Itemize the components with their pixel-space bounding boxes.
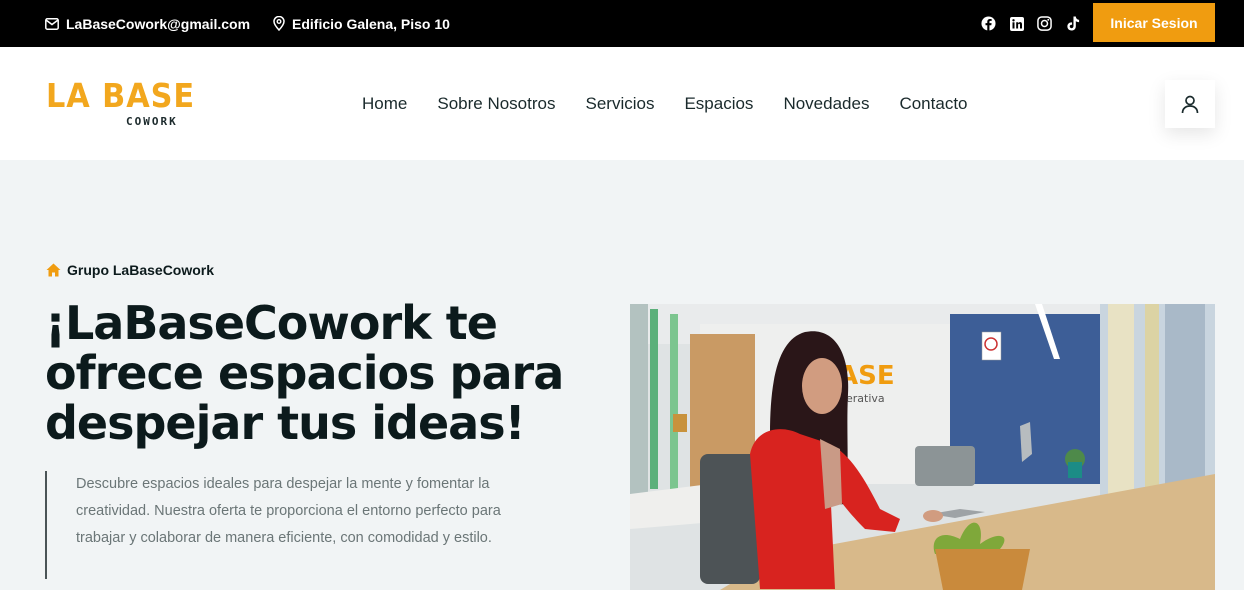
wall-logo-subtext: erativa [846,392,885,405]
facebook-icon[interactable] [981,16,996,31]
site-logo[interactable]: LA BASE COWORK [46,76,196,129]
user-account-button[interactable] [1165,80,1215,128]
nav-contacto[interactable]: Contacto [899,94,967,114]
instagram-icon[interactable] [1037,16,1052,31]
contact-email[interactable]: LaBaseCowork@gmail.com [45,0,250,47]
login-button[interactable]: Inicar Sesion [1093,3,1215,42]
nav-sobre-nosotros[interactable]: Sobre Nosotros [437,94,555,114]
linkedin-icon[interactable] [1009,16,1024,31]
nav-servicios[interactable]: Servicios [585,94,654,114]
hero-breadcrumb: Grupo LaBaseCowork [46,262,214,278]
contact-email-text: LaBaseCowork@gmail.com [66,15,251,32]
hero-description-block: Descubre espacios ideales para despejar … [45,471,515,579]
nav-novedades[interactable]: Novedades [783,94,869,114]
user-icon [1181,95,1199,113]
map-pin-icon [273,16,285,31]
main-header: LA BASE COWORK Home Sobre Nosotros Servi… [0,47,1244,160]
contact-address-text: Edificio Galena, Piso 10 [292,15,450,32]
hero-title-line: ¡LaBaseCowork te [45,296,498,350]
main-nav: Home Sobre Nosotros Servicios Espacios N… [362,47,968,160]
coworking-scene: ASE erativa [630,304,1215,590]
nav-espacios[interactable]: Espacios [684,94,753,114]
logo-sub-text: COWORK [126,115,178,128]
hero-description: Descubre espacios ideales para despejar … [76,476,501,546]
hero-photo-coworking: ASE erativa [630,304,1215,590]
top-bar: LaBaseCowork@gmail.com Edificio Galena, … [0,0,1244,47]
mail-icon [45,17,59,30]
home-icon [46,263,61,277]
tiktok-icon[interactable] [1065,16,1080,31]
logo-main-text: LA BASE [46,76,196,115]
hero-title-line: ofrece espacios para [45,346,564,400]
hero-title-line: despejar tus ideas! [45,396,526,450]
contact-address: Edificio Galena, Piso 10 [273,0,450,47]
social-links [981,0,1080,47]
breadcrumb-text: Grupo LaBaseCowork [67,262,215,278]
hero-title: ¡LaBaseCowork te ofrece espacios para de… [45,298,615,448]
nav-home[interactable]: Home [362,94,407,114]
